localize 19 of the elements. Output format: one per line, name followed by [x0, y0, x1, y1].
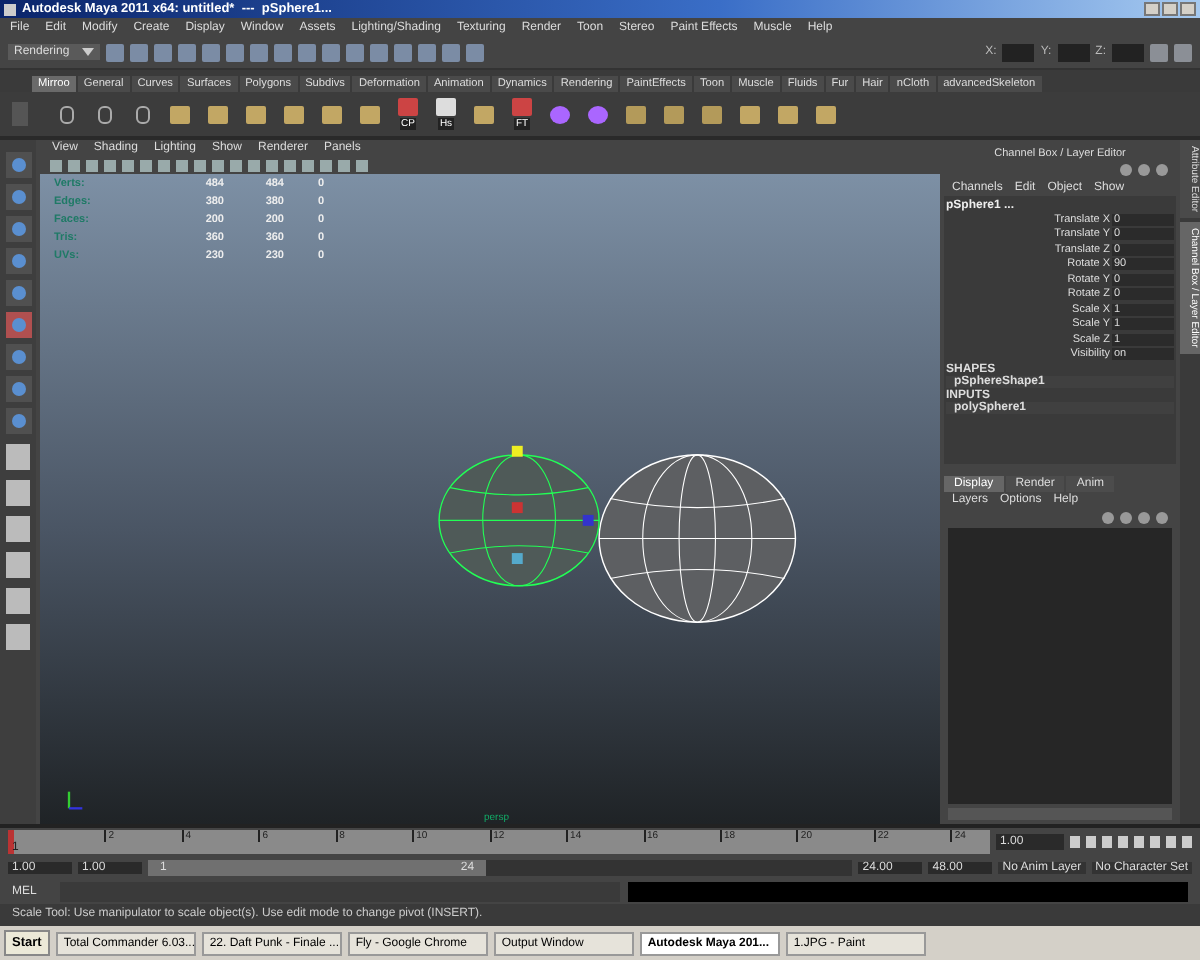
tool-icon[interactable] — [5, 152, 31, 178]
maximize-button[interactable] — [1162, 2, 1178, 16]
axis-icon — [64, 788, 84, 812]
tool-icon[interactable] — [5, 216, 31, 242]
close-button[interactable] — [1180, 2, 1196, 16]
tool-icon[interactable] — [5, 376, 31, 402]
input-field[interactable] — [1002, 43, 1035, 61]
tool-icon[interactable] — [5, 408, 31, 434]
tool-icon[interactable] — [5, 280, 31, 306]
tool-icon[interactable] — [5, 312, 31, 338]
input-field[interactable] — [1112, 43, 1144, 61]
tool-icon[interactable] — [5, 248, 31, 274]
app-icon — [4, 3, 16, 15]
input-field[interactable] — [1057, 43, 1090, 61]
tool-icon[interactable] — [5, 344, 31, 370]
minimize-button[interactable] — [1144, 2, 1160, 16]
tool-icon[interactable] — [5, 184, 31, 210]
caret-icon — [82, 48, 94, 56]
scale-manipulator-icon[interactable] — [511, 445, 594, 564]
